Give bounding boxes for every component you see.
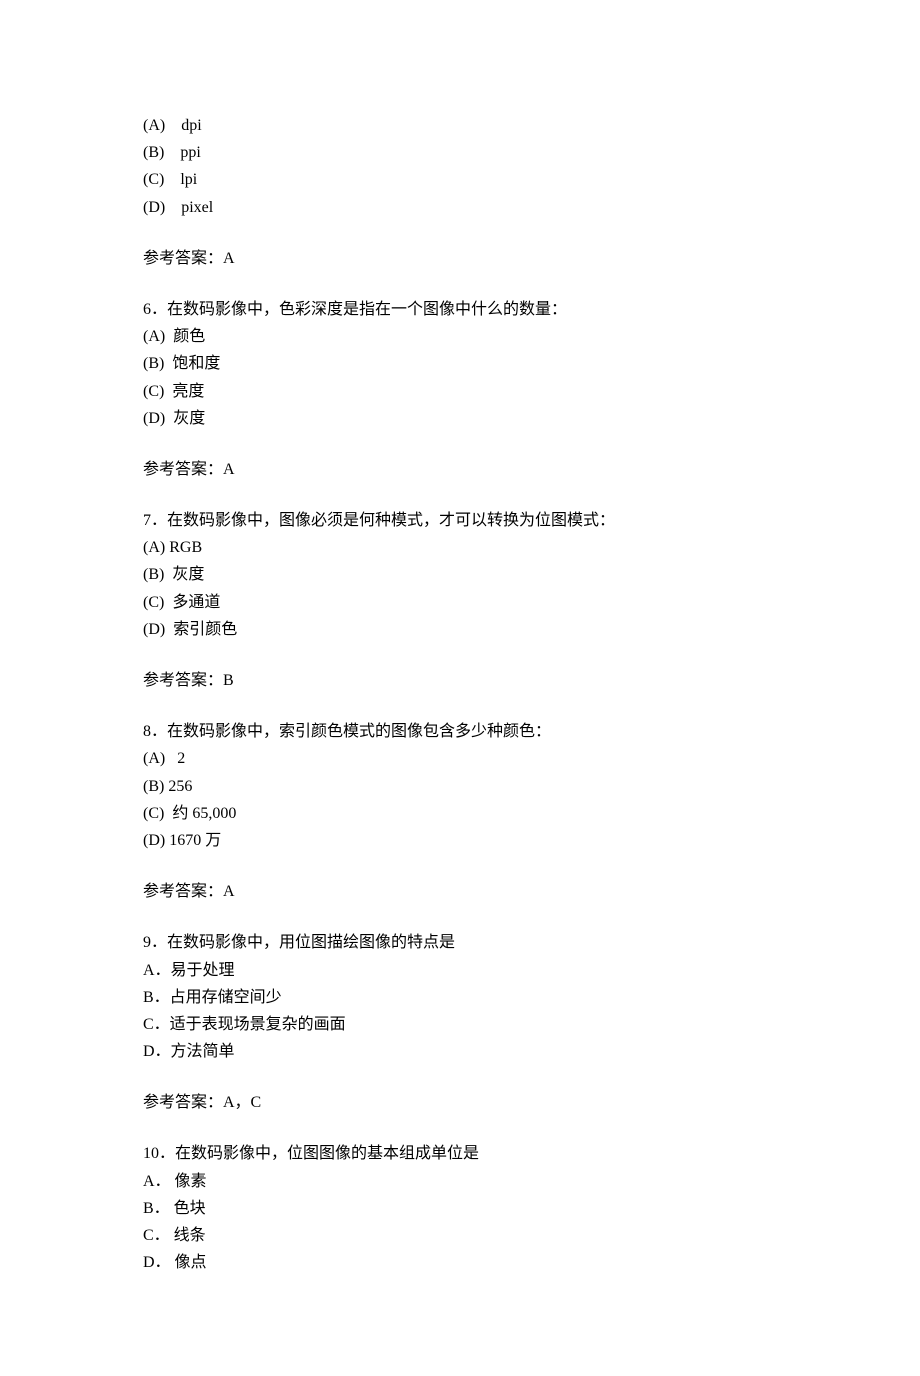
option-c: (C) 亮度 [143, 378, 777, 405]
question-stem: 9．在数码影像中，用位图描绘图像的特点是 [143, 929, 777, 956]
option-b: (B) 饱和度 [143, 350, 777, 377]
question-10: 10．在数码影像中，位图图像的基本组成单位是 A． 像素 B． 色块 C． 线条… [143, 1140, 777, 1276]
answer-text: 参考答案：A，C [143, 1089, 777, 1116]
option-c: (C) 多通道 [143, 589, 777, 616]
option-d: (D) 灰度 [143, 405, 777, 432]
option-d: (D) 索引颜色 [143, 616, 777, 643]
question-5-partial: (A) dpi (B) ppi (C) lpi (D) pixel [143, 112, 777, 221]
option-a: A．易于处理 [143, 957, 777, 984]
answer-text: 参考答案：A [143, 245, 777, 272]
answer-5: 参考答案：A [143, 245, 777, 272]
option-a: (A) dpi [143, 112, 777, 139]
option-b: (B) ppi [143, 139, 777, 166]
option-c: (C) 约 65,000 [143, 800, 777, 827]
option-c: C．适于表现场景复杂的画面 [143, 1011, 777, 1038]
option-b: B． 色块 [143, 1195, 777, 1222]
question-stem: 8．在数码影像中，索引颜色模式的图像包含多少种颜色： [143, 718, 777, 745]
option-d: D． 像点 [143, 1249, 777, 1276]
question-stem: 10．在数码影像中，位图图像的基本组成单位是 [143, 1140, 777, 1167]
option-d: D．方法简单 [143, 1038, 777, 1065]
question-7: 7．在数码影像中，图像必须是何种模式，才可以转换为位图模式： (A) RGB (… [143, 507, 777, 643]
option-d: (D) pixel [143, 194, 777, 221]
answer-9: 参考答案：A，C [143, 1089, 777, 1116]
question-6: 6．在数码影像中，色彩深度是指在一个图像中什么的数量： (A) 颜色 (B) 饱… [143, 296, 777, 432]
option-a: (A) 颜色 [143, 323, 777, 350]
answer-text: 参考答案：A [143, 456, 777, 483]
option-a: (A) RGB [143, 534, 777, 561]
option-b: (B) 256 [143, 773, 777, 800]
option-a: (A) 2 [143, 745, 777, 772]
option-c: C． 线条 [143, 1222, 777, 1249]
answer-text: 参考答案：A [143, 878, 777, 905]
question-stem: 6．在数码影像中，色彩深度是指在一个图像中什么的数量： [143, 296, 777, 323]
option-b: B．占用存储空间少 [143, 984, 777, 1011]
option-c: (C) lpi [143, 166, 777, 193]
question-stem: 7．在数码影像中，图像必须是何种模式，才可以转换为位图模式： [143, 507, 777, 534]
option-b: (B) 灰度 [143, 561, 777, 588]
answer-text: 参考答案：B [143, 667, 777, 694]
question-8: 8．在数码影像中，索引颜色模式的图像包含多少种颜色： (A) 2 (B) 256… [143, 718, 777, 854]
option-a: A． 像素 [143, 1168, 777, 1195]
question-9: 9．在数码影像中，用位图描绘图像的特点是 A．易于处理 B．占用存储空间少 C．… [143, 929, 777, 1065]
answer-7: 参考答案：B [143, 667, 777, 694]
answer-8: 参考答案：A [143, 878, 777, 905]
answer-6: 参考答案：A [143, 456, 777, 483]
document-page: (A) dpi (B) ppi (C) lpi (D) pixel 参考答案：A… [0, 0, 920, 1376]
option-d: (D) 1670 万 [143, 827, 777, 854]
